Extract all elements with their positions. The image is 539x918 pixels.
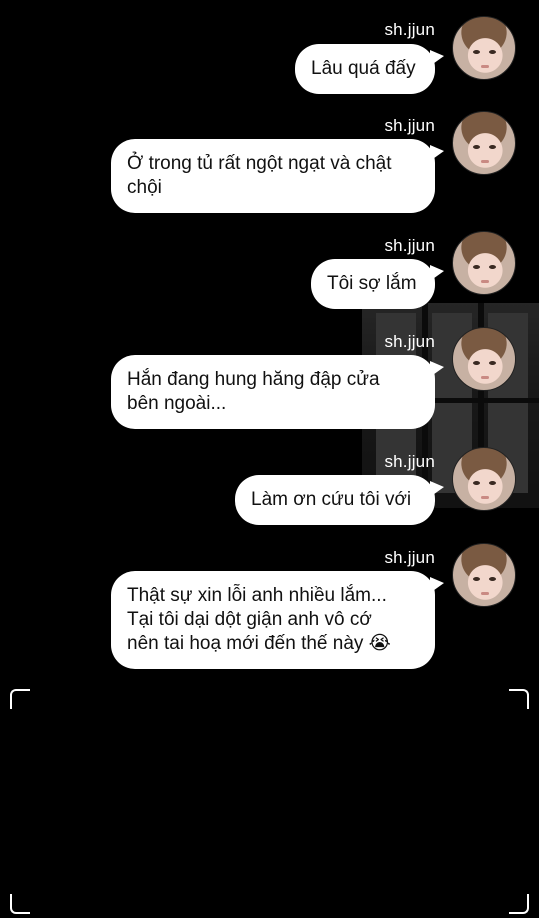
message-bubble[interactable]: Hắn đang hung hăng đập cửa bên ngoài...	[111, 355, 444, 429]
message-bubble[interactable]: Làm ơn cứu tôi với	[235, 475, 444, 525]
sender-name: sh.jjun	[384, 452, 435, 471]
message-bubble[interactable]: Ở trong tủ rất ngột ngạt và chật chội	[111, 139, 444, 213]
message-bubble[interactable]: Thật sự xin lỗi anh nhiều lắm... Tại tôi…	[111, 571, 444, 669]
avatar[interactable]	[452, 327, 516, 391]
sender-name: sh.jjun	[384, 20, 435, 39]
message-bubble[interactable]: Lâu quá đấy	[295, 44, 444, 94]
sender-name: sh.jjun	[384, 116, 435, 135]
viewfinder-corner-icon	[509, 894, 529, 914]
viewfinder-corner-icon	[10, 894, 30, 914]
avatar[interactable]	[452, 447, 516, 511]
sender-name: sh.jjun	[384, 332, 435, 351]
avatar[interactable]	[452, 111, 516, 175]
sender-name: sh.jjun	[384, 548, 435, 567]
viewfinder-corner-icon	[10, 689, 30, 709]
avatar[interactable]	[452, 543, 516, 607]
avatar[interactable]	[452, 231, 516, 295]
message-bubble[interactable]: Tôi sợ lắm	[311, 259, 444, 309]
viewfinder-corner-icon	[509, 689, 529, 709]
sender-name: sh.jjun	[384, 236, 435, 255]
avatar[interactable]	[452, 16, 516, 80]
